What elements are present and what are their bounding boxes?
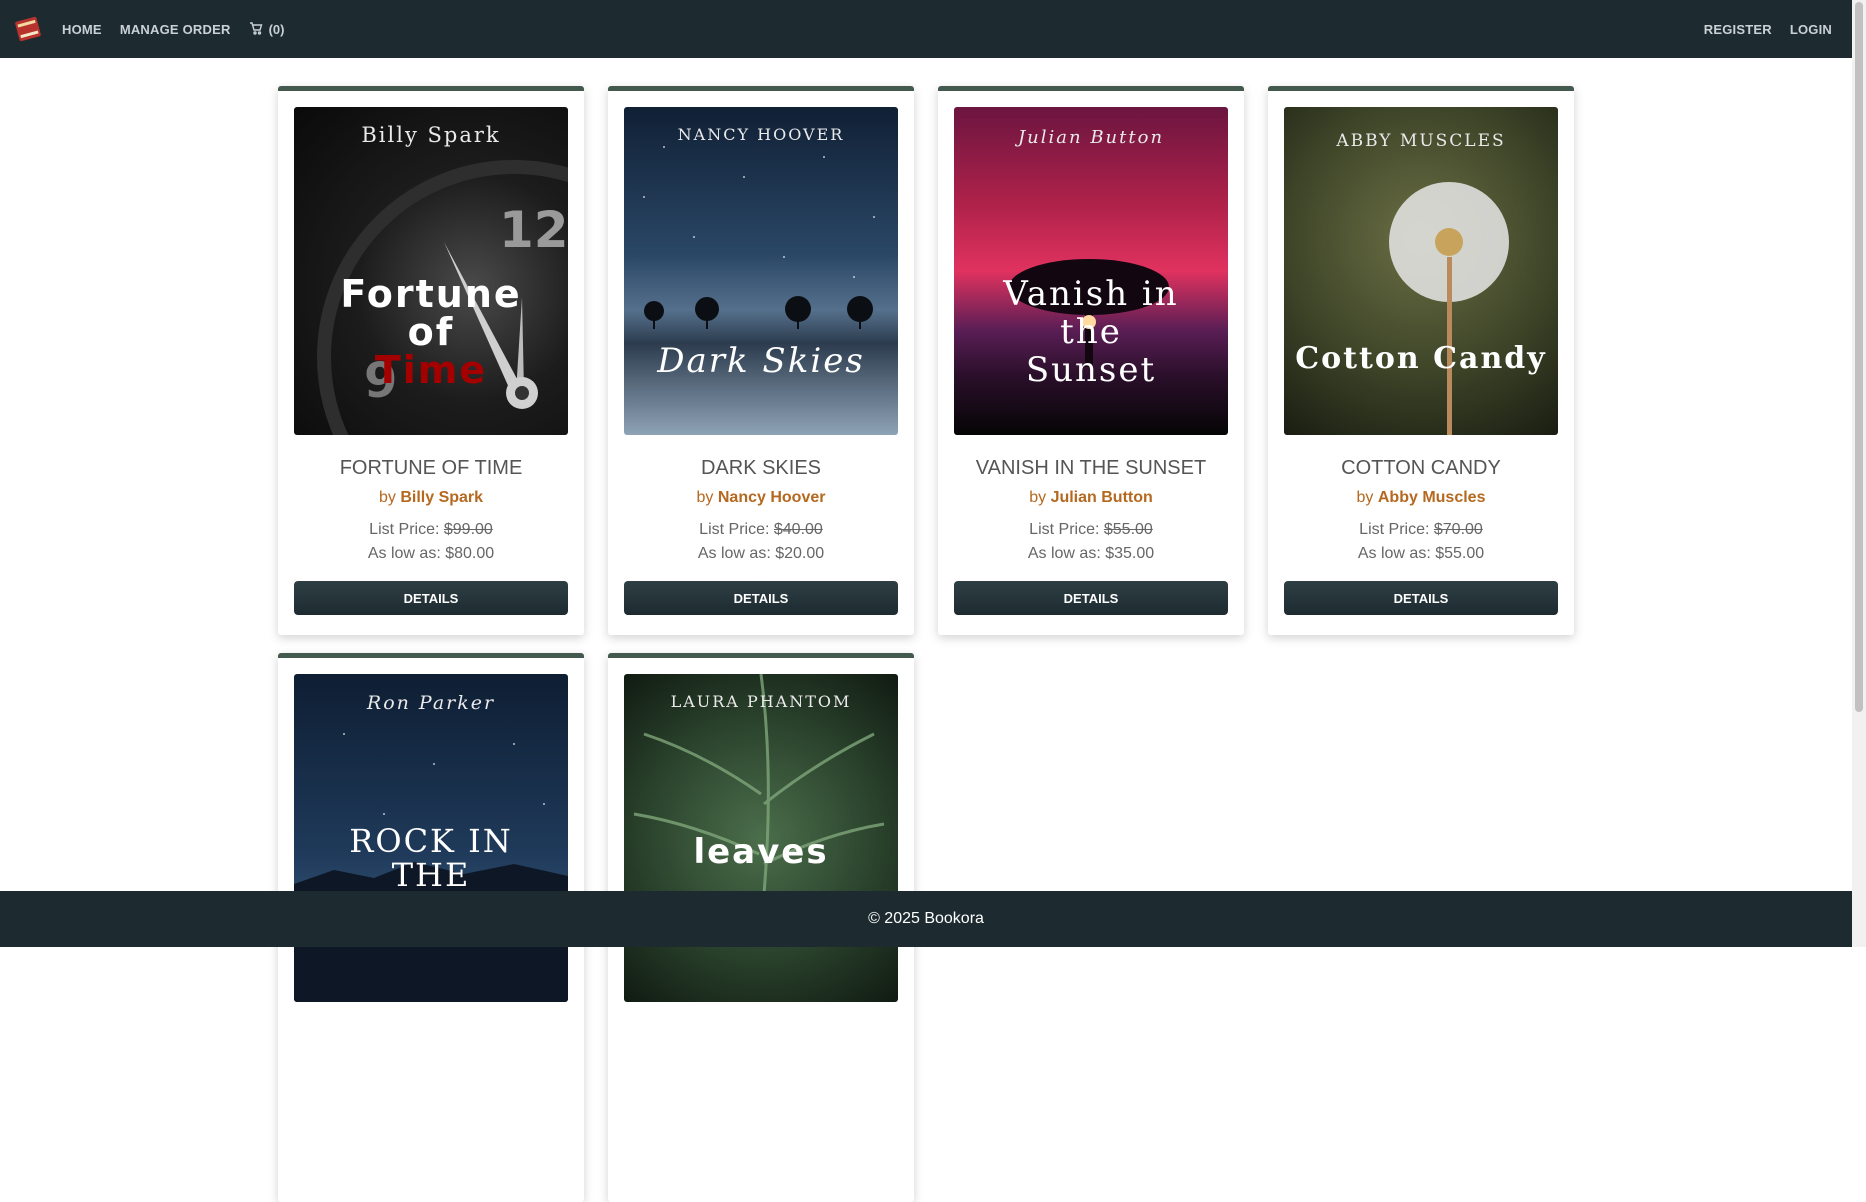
book-author: by Julian Button xyxy=(1029,489,1153,506)
book-cover[interactable]: NANCY HOOVER Dark Skies xyxy=(624,107,898,435)
cover-title: Fortune of Time xyxy=(340,272,522,392)
book-cover[interactable]: ABBY MUSCLES Cotton Candy xyxy=(1284,107,1558,435)
list-price: List Price: $99.00 xyxy=(369,521,493,538)
low-price: As low as: $35.00 xyxy=(1027,545,1155,562)
cover-author: Ron Parker xyxy=(366,692,496,714)
details-button[interactable]: DETAILS xyxy=(294,581,568,615)
cart-count: (0) xyxy=(268,21,285,37)
book-author: by Billy Spark xyxy=(378,489,484,506)
list-price: List Price: $55.00 xyxy=(1029,521,1153,538)
cover-author: Billy Spark xyxy=(361,123,501,147)
scrollbar-thumb[interactable] xyxy=(1855,2,1863,712)
book-card: Julian Button Vanish in the Sunset VANIS… xyxy=(938,86,1244,635)
cover-author: Julian Button xyxy=(1017,127,1165,148)
list-price: List Price: $70.00 xyxy=(1359,521,1483,538)
nav-cart[interactable]: (0) xyxy=(249,21,285,38)
book-cover[interactable]: LAURA PHANTOM leaves xyxy=(624,674,898,1002)
cart-icon xyxy=(249,21,263,38)
book-card: 12 9 Billy Spark Fortune of Time FORTUNE… xyxy=(278,86,584,635)
svg-text:12: 12 xyxy=(499,201,568,259)
list-price: List Price: $40.00 xyxy=(699,521,823,538)
details-button[interactable]: DETAILS xyxy=(1284,581,1558,615)
nav-login[interactable]: LOGIN xyxy=(1790,22,1832,37)
low-price: As low as: $80.00 xyxy=(367,545,495,562)
details-button[interactable]: DETAILS xyxy=(954,581,1228,615)
cover-title: ROCK IN THE xyxy=(349,822,513,894)
cover-title: Dark Skies xyxy=(657,341,865,381)
nav-manage-order[interactable]: MANAGE ORDER xyxy=(120,22,231,37)
book-title[interactable]: VANISH IN THE SUNSET xyxy=(938,457,1244,480)
book-cover[interactable]: Julian Button Vanish in the Sunset xyxy=(954,107,1228,435)
top-navbar: HOME MANAGE ORDER (0) REGISTER LOGIN xyxy=(0,0,1852,58)
cover-author: NANCY HOOVER xyxy=(677,125,845,144)
page-scrollbar[interactable] xyxy=(1852,0,1866,947)
book-logo-icon[interactable] xyxy=(12,13,44,45)
dandelion-illustration xyxy=(1389,182,1509,435)
book-title[interactable]: COTTON CANDY xyxy=(1268,457,1574,480)
footer-copyright: © 2025 Bookora xyxy=(868,910,984,927)
book-cover[interactable]: Ron Parker ROCK IN THE xyxy=(294,674,568,1002)
nav-home[interactable]: HOME xyxy=(62,22,102,37)
tree-silhouettes xyxy=(643,146,875,329)
footer: © 2025 Bookora xyxy=(0,891,1852,947)
nav-register[interactable]: REGISTER xyxy=(1704,22,1772,37)
book-title[interactable]: DARK SKIES xyxy=(608,457,914,480)
cover-title: Vanish in the Sunset xyxy=(1003,274,1179,390)
low-price: As low as: $20.00 xyxy=(697,545,825,562)
details-button[interactable]: DETAILS xyxy=(624,581,898,615)
nav-auth-links: REGISTER LOGIN xyxy=(1704,22,1850,37)
book-author: by Nancy Hoover xyxy=(696,489,826,506)
cover-author: ABBY MUSCLES xyxy=(1336,131,1506,151)
cover-title: Cotton Candy xyxy=(1295,341,1547,376)
book-title[interactable]: FORTUNE OF TIME xyxy=(278,457,584,480)
low-price: As low as: $55.00 xyxy=(1357,545,1485,562)
book-card: ABBY MUSCLES Cotton Candy COTTON CANDY b… xyxy=(1268,86,1574,635)
cover-title: leaves xyxy=(693,832,829,872)
cover-author: LAURA PHANTOM xyxy=(670,692,852,711)
book-author: by Abby Muscles xyxy=(1356,489,1486,506)
book-cover[interactable]: 12 9 Billy Spark Fortune of Time xyxy=(294,107,568,435)
book-card: NANCY HOOVER Dark Skies DARK SKIES by Na… xyxy=(608,86,914,635)
